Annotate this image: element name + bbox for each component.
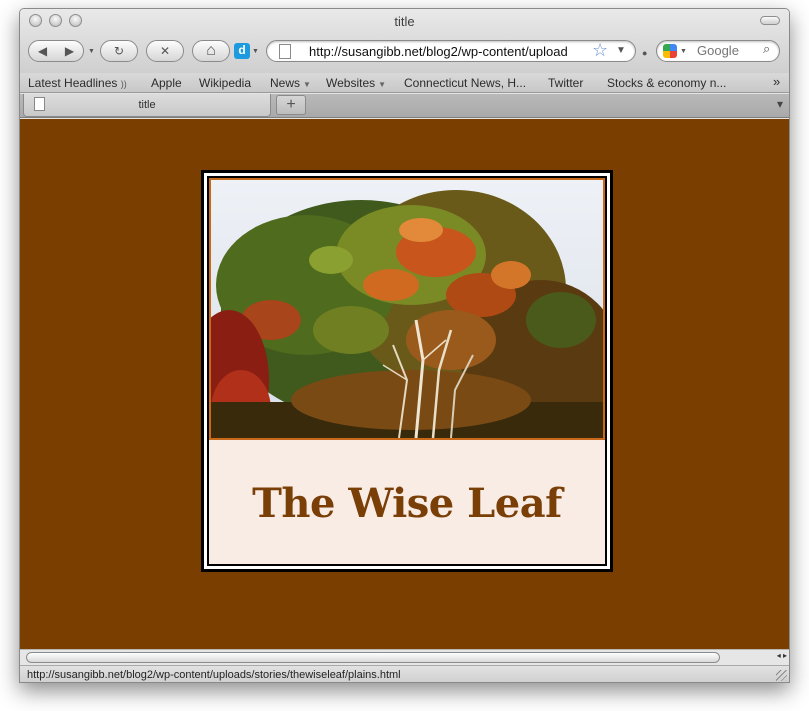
forward-icon[interactable]: ▶: [65, 44, 74, 58]
page-icon: [279, 44, 291, 59]
bookmark-stocks[interactable]: Stocks & economy n...: [607, 76, 726, 90]
stop-button[interactable]: ✕: [146, 40, 184, 62]
search-input[interactable]: [697, 43, 761, 58]
bookmark-latest-headlines[interactable]: Latest Headlines )): [28, 76, 127, 90]
back-forward-control: ◀ ▶: [28, 40, 84, 62]
delicious-extension-icon[interactable]: d: [234, 43, 250, 59]
chevron-down-icon: ▼: [303, 80, 311, 89]
bookmarks-bar: Latest Headlines )) Apple Wikipedia News…: [20, 73, 789, 93]
scroll-arrows-icon[interactable]: ◂ ▸: [777, 651, 787, 660]
bookmark-wikipedia[interactable]: Wikipedia: [199, 76, 251, 90]
window-title: title: [394, 14, 415, 29]
status-url-text: http://susangibb.net/blog2/wp-content/up…: [27, 669, 401, 681]
browser-window: title ◀ ▶ ▼ ↻ ✕ ⌂ d ▼ http://susangibb.n…: [19, 8, 790, 683]
bookmark-folder-news[interactable]: News ▼: [270, 76, 311, 90]
home-icon: ⌂: [206, 42, 216, 59]
horizontal-scrollbar[interactable]: ◂ ▸: [20, 649, 789, 665]
site-card: The Wise Leaf: [207, 176, 607, 566]
bookmark-label: Websites: [326, 76, 376, 90]
status-bar: http://susangibb.net/blog2/wp-content/up…: [20, 665, 789, 682]
tab-active[interactable]: title: [23, 94, 271, 117]
window-toolbar: title ◀ ▶ ▼ ↻ ✕ ⌂ d ▼ http://susangibb.n…: [20, 9, 789, 73]
history-dropdown-icon[interactable]: ▼: [88, 48, 95, 55]
search-icon[interactable]: ⌕: [763, 41, 770, 57]
reload-icon: ↻: [113, 44, 125, 58]
resize-grip-icon[interactable]: [776, 670, 787, 681]
bookmark-twitter[interactable]: Twitter: [548, 76, 583, 90]
rss-icon: )): [120, 79, 127, 89]
back-icon[interactable]: ◀: [38, 44, 47, 58]
scrollbar-thumb[interactable]: [26, 652, 720, 663]
bookmarks-overflow-icon[interactable]: »: [773, 74, 780, 89]
bookmark-apple[interactable]: Apple: [151, 76, 182, 90]
search-engine-dropdown-icon[interactable]: ▼: [680, 48, 687, 55]
site-card-frame: The Wise Leaf: [201, 170, 613, 572]
address-bar[interactable]: http://susangibb.net/blog2/wp-content/up…: [266, 40, 636, 62]
reload-button[interactable]: ↻: [100, 40, 138, 62]
bookmark-connecticut-news[interactable]: Connecticut News, H...: [404, 76, 526, 90]
bookmark-label: News: [270, 76, 301, 90]
tab-bar: title + ▾: [20, 94, 789, 118]
autumn-trees-photo: [209, 178, 605, 440]
search-box[interactable]: ▼ ⌕: [656, 40, 780, 62]
chevron-down-icon: ▼: [378, 80, 387, 89]
tab-title: title: [138, 99, 156, 111]
new-tab-button[interactable]: +: [276, 95, 306, 115]
tab-overview-icon[interactable]: ▾: [777, 97, 783, 111]
autumn-trees-image: [211, 180, 603, 438]
bookmark-folder-websites[interactable]: Websites ▼: [326, 76, 386, 90]
extension-dropdown-icon[interactable]: ▼: [252, 48, 259, 55]
toolbar-toggle-button[interactable]: [760, 16, 780, 25]
url-dropdown-icon[interactable]: ▼: [616, 45, 626, 56]
toolbar-dot-icon: ●: [642, 48, 648, 58]
google-icon[interactable]: [663, 44, 677, 58]
stop-icon: ✕: [159, 44, 171, 58]
bookmark-label: Latest Headlines: [28, 76, 118, 90]
bookmark-star-icon[interactable]: ☆: [592, 40, 608, 61]
site-brand-title[interactable]: The Wise Leaf: [209, 480, 605, 527]
web-page-content: The Wise Leaf: [20, 119, 789, 649]
address-url[interactable]: http://susangibb.net/blog2/wp-content/up…: [309, 44, 593, 59]
home-button[interactable]: ⌂: [192, 40, 230, 62]
